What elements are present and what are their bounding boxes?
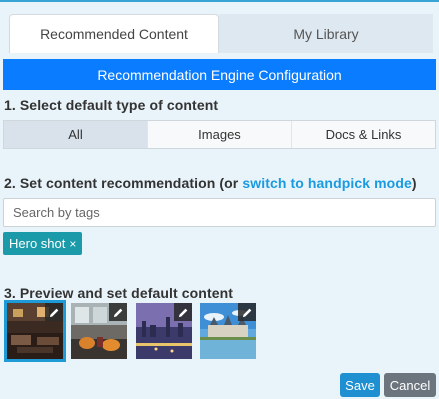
thumbnail-2[interactable] [71, 303, 127, 359]
cancel-button[interactable]: Cancel [384, 373, 436, 397]
content-type-all[interactable]: All [4, 121, 148, 148]
step1-title: 1. Select default type of content [4, 97, 219, 113]
handpick-mode-link[interactable]: switch to handpick mode [242, 175, 412, 191]
content-type-docs-links[interactable]: Docs & Links [292, 121, 435, 148]
thumbnail-4[interactable] [200, 303, 256, 359]
thumbnail-3[interactable] [136, 303, 192, 359]
recommendation-panel: Recommended Content My Library Recommend… [0, 0, 439, 399]
edit-thumbnail-1[interactable] [45, 303, 63, 321]
tab-my-library[interactable]: My Library [219, 14, 433, 53]
tag-search-input[interactable] [3, 198, 436, 227]
tag-remove-icon[interactable]: × [69, 237, 76, 251]
step3-title: 3. Preview and set default content [4, 285, 234, 301]
thumbnail-1[interactable] [4, 300, 66, 362]
step2-suffix: ) [411, 175, 417, 191]
edit-thumbnail-4[interactable] [238, 303, 256, 321]
content-type-images[interactable]: Images [148, 121, 292, 148]
tab-bar: Recommended Content My Library [0, 2, 439, 53]
pencil-icon [242, 308, 251, 317]
pencil-icon [113, 308, 122, 317]
step2-title: 2. Set content recommendation (or switch… [4, 175, 417, 191]
config-banner: Recommendation Engine Configuration [3, 59, 436, 90]
content-type-selector: All Images Docs & Links [3, 120, 436, 149]
pencil-icon [49, 308, 58, 317]
step2-prefix: 2. Set content recommendation (or [4, 175, 243, 191]
tab-recommended-content[interactable]: Recommended Content [9, 14, 219, 53]
tag-label: Hero shot [9, 236, 66, 251]
tag-hero-shot: Hero shot × [3, 232, 83, 255]
pencil-icon [178, 308, 187, 317]
edit-thumbnail-2[interactable] [109, 303, 127, 321]
edit-thumbnail-3[interactable] [174, 303, 192, 321]
save-button[interactable]: Save [340, 373, 380, 397]
